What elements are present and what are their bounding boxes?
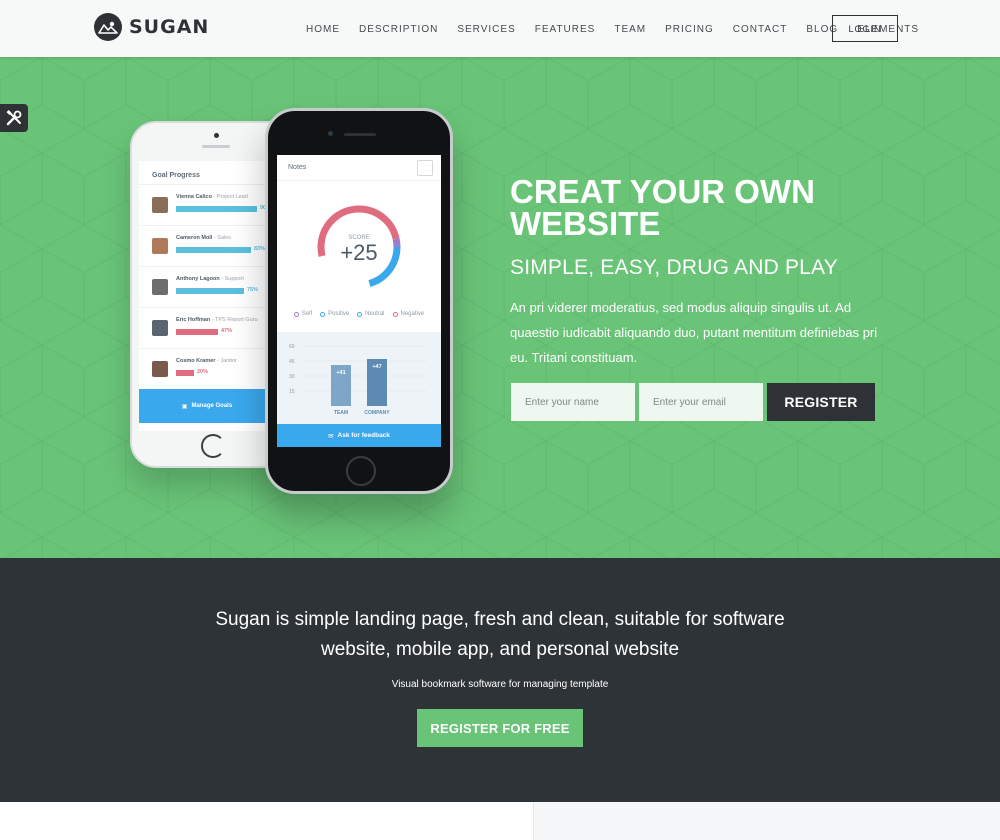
bar-chart-svg: 60 45 30 15 +41 TEAM +47 COMPANY xyxy=(289,344,427,416)
person-name: Vienna Calico - Project Lead xyxy=(176,194,248,200)
chat-icon: ✉ xyxy=(328,432,334,440)
score-donut: SCORE +25 xyxy=(317,205,401,289)
phone-camera xyxy=(328,131,333,136)
score-legend: Self Positive Neutral Negative xyxy=(277,311,441,317)
person-name: Cameron Moll - Sales xyxy=(176,235,232,241)
person-role: - Project Lead xyxy=(213,194,248,200)
progress-percent: 47% xyxy=(221,328,233,334)
goal-row[interactable]: Anthony Lagoon - Support 75% xyxy=(139,267,275,308)
phone-front-mockup: Notes SCORE +25 Self Positive Neutral Ne… xyxy=(265,108,453,494)
progress-bar xyxy=(176,370,194,376)
y-tick-label: 15 xyxy=(289,389,295,395)
goal-progress-title: Goal Progress xyxy=(139,161,275,185)
landing-page: SUGAN HOME DESCRIPTION SERVICES FEATURES… xyxy=(0,0,1000,840)
goal-list: Vienna Calico - Project Lead 90 Cameron Mo… xyxy=(139,185,275,390)
notes-header: Notes xyxy=(277,155,441,181)
avatar xyxy=(152,320,168,336)
home-button xyxy=(346,456,376,486)
notes-title: Notes xyxy=(288,164,307,171)
nav-description[interactable]: DESCRIPTION xyxy=(359,24,438,35)
nav-team[interactable]: TEAM xyxy=(614,24,646,35)
progress-bar xyxy=(176,329,218,335)
goal-row[interactable]: Eric Hoffman - TPS Report Guru 47% xyxy=(139,308,275,349)
name-input[interactable] xyxy=(511,383,635,421)
avatar xyxy=(152,197,168,213)
progress-bar xyxy=(176,288,244,294)
person-role: - TPS Report Guru xyxy=(211,317,258,323)
progress-bar xyxy=(176,247,251,253)
next-section-right xyxy=(533,802,1000,840)
y-tick-label: 45 xyxy=(289,359,295,365)
register-for-free-button[interactable]: REGISTER FOR FREE xyxy=(417,709,583,747)
bar-value-label: +41 xyxy=(336,370,345,376)
mountain-logo-icon xyxy=(94,13,122,41)
person-role: - Sales xyxy=(213,235,232,241)
logo[interactable]: SUGAN xyxy=(94,13,209,41)
legend-negative: Negative xyxy=(392,311,424,317)
nav-pricing[interactable]: PRICING xyxy=(665,24,714,35)
hero-title: CREAT YOUR OWN WEBSITE xyxy=(510,173,815,242)
ask-feedback-label: Ask for feedback xyxy=(337,432,390,439)
tools-icon xyxy=(6,110,22,126)
notes-screen: Notes SCORE +25 Self Positive Neutral Ne… xyxy=(277,155,441,447)
tools-toggle[interactable] xyxy=(0,104,28,132)
briefcase-icon: ▣ xyxy=(181,403,188,410)
register-button[interactable]: REGISTER xyxy=(767,383,875,421)
y-tick-label: 30 xyxy=(289,374,295,380)
nav-contact[interactable]: CONTACT xyxy=(733,24,788,35)
bar-category-label: TEAM xyxy=(334,410,348,416)
legend-neutral: Neutral xyxy=(357,311,385,317)
nav-services[interactable]: SERVICES xyxy=(457,24,515,35)
phone-camera xyxy=(214,133,219,138)
loading-spinner-icon xyxy=(201,434,225,458)
progress-percent: 83% xyxy=(254,246,266,252)
score-value: +25 xyxy=(340,240,377,265)
site-header: SUGAN HOME DESCRIPTION SERVICES FEATURES… xyxy=(0,0,1000,57)
manage-goals-label: Manage Goals xyxy=(191,403,233,409)
legend-positive: Positive xyxy=(320,311,349,317)
ask-feedback-button[interactable]: ✉ Ask for feedback xyxy=(277,424,441,447)
avatar xyxy=(152,361,168,377)
person-name: Anthony Lagoon - Support xyxy=(176,276,244,282)
hero-subtitle: SIMPLE, EASY, DRUG AND PLAY xyxy=(510,256,838,279)
team-company-chart: 60 45 30 15 +41 TEAM +47 COMPANY xyxy=(277,332,441,424)
logo-text: SUGAN xyxy=(129,16,210,38)
intro-title-line-1: Sugan is simple landing page, fresh and … xyxy=(215,609,785,630)
goal-row[interactable]: Cosmo Kramer - Janitor 20% xyxy=(139,349,275,390)
bar-category-label: COMPANY xyxy=(364,410,390,416)
login-button[interactable]: LOGIN xyxy=(832,15,898,42)
progress-percent: 75% xyxy=(247,287,259,293)
avatar xyxy=(152,279,168,295)
person-role: - Janitor xyxy=(216,358,237,364)
email-input[interactable] xyxy=(639,383,763,421)
person-name: Eric Hoffman - TPS Report Guru xyxy=(176,317,258,323)
person-name: Cosmo Kramer - Janitor xyxy=(176,358,237,364)
legend-self: Self xyxy=(293,311,312,317)
next-section-left xyxy=(0,802,533,840)
intro-title-line-2: website, mobile app, and personal websit… xyxy=(320,639,680,660)
nav-features[interactable]: FEATURES xyxy=(535,24,596,35)
edit-note-icon[interactable] xyxy=(417,160,433,176)
nav-home[interactable]: HOME xyxy=(306,24,340,35)
intro-subtitle: Visual bookmark software for managing te… xyxy=(391,679,609,690)
bar-value-label: +47 xyxy=(372,364,381,370)
avatar xyxy=(152,238,168,254)
goal-row[interactable]: Cameron Moll - Sales 83% xyxy=(139,226,275,267)
phone-speaker xyxy=(344,133,376,136)
person-role: - Support xyxy=(221,276,244,282)
progress-bar xyxy=(176,206,257,212)
hero-description: An pri viderer moderatius, sed modus ali… xyxy=(510,300,878,365)
intro-title: Sugan is simple landing page, fresh and … xyxy=(0,605,1000,665)
progress-percent: 20% xyxy=(197,369,209,375)
phone-speaker xyxy=(202,145,230,148)
manage-goals-button[interactable]: ▣ Manage Goals xyxy=(139,389,275,423)
goal-progress-screen: Goal Progress Vienna Calico - Project Le… xyxy=(139,161,275,431)
goal-row[interactable]: Vienna Calico - Project Lead 90 xyxy=(139,185,275,226)
y-tick-label: 60 xyxy=(289,344,295,350)
